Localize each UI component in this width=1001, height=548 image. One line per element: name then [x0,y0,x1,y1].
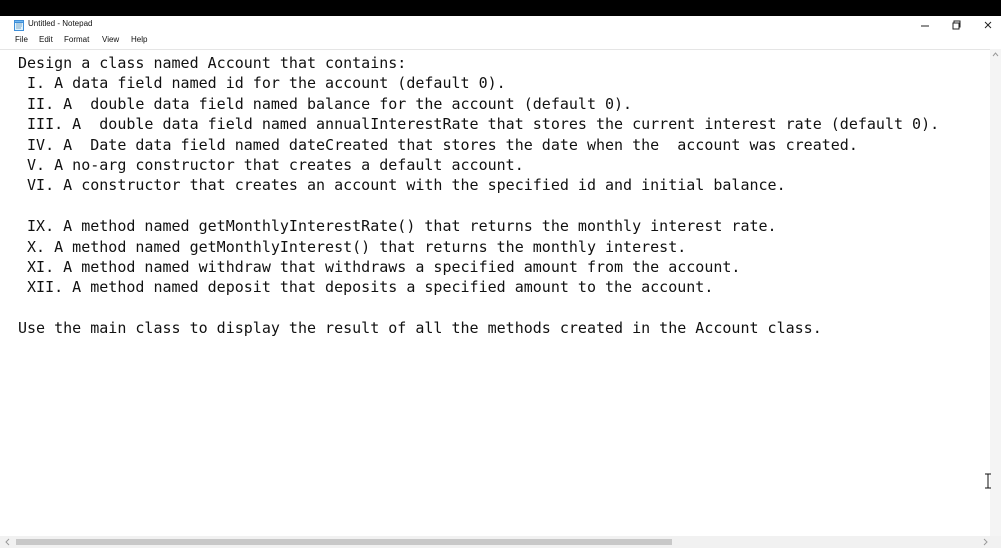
menu-file[interactable]: File [15,35,28,44]
screen: Untitled - Notepad File Edit Format View… [0,0,1001,548]
menu-help[interactable]: Help [131,35,147,44]
minimize-icon [921,25,929,27]
horizontal-scroll-thumb[interactable] [16,539,672,545]
notepad-window: Untitled - Notepad File Edit Format View… [0,16,1001,548]
menu-view[interactable]: View [102,35,119,44]
scroll-up-arrow-icon[interactable] [992,51,999,58]
scroll-left-arrow-icon[interactable] [4,538,11,546]
notepad-icon [14,20,24,31]
horizontal-scrollbar[interactable] [0,536,1001,548]
menu-format[interactable]: Format [64,35,89,44]
window-title: Untitled - Notepad [28,19,93,28]
restore-icon [952,20,961,30]
minimize-button[interactable] [909,16,941,34]
vertical-scrollbar[interactable] [990,49,1001,537]
text-editor[interactable]: Design a class named Account that contai… [0,49,990,538]
title-bar: Untitled - Notepad [0,16,1001,34]
close-button[interactable] [972,16,1001,34]
top-black-bar [0,0,1001,16]
menu-edit[interactable]: Edit [39,35,53,44]
menu-bar: File Edit Format View Help [0,34,1001,48]
scroll-right-arrow-icon[interactable] [982,538,989,546]
text-cursor-icon [985,473,991,489]
maximize-button[interactable] [941,16,973,34]
close-icon [984,21,992,29]
editor-text[interactable]: Design a class named Account that contai… [18,53,939,339]
